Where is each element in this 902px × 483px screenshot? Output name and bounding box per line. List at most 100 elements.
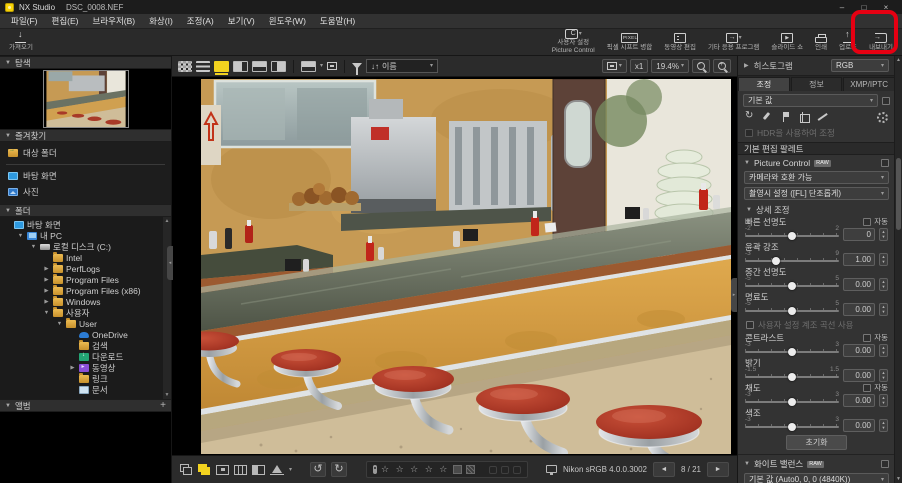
add-album-button[interactable]: + xyxy=(160,400,166,411)
folder-tree-item[interactable]: ▶ 동영상 xyxy=(0,362,171,373)
rotate-tool-icon[interactable] xyxy=(745,110,756,123)
thumbnail-grid-view-icon[interactable] xyxy=(178,60,192,72)
label-pattern-icon[interactable] xyxy=(466,465,476,474)
preset-dropdown[interactable]: 기본 값 ▾ xyxy=(743,94,878,107)
expand-arrow-icon[interactable]: ▶ xyxy=(43,266,50,272)
auto-checkbox[interactable]: 자동 xyxy=(863,382,888,393)
auto-checkbox[interactable]: 자동 xyxy=(863,332,888,343)
expand-arrow-icon[interactable]: ▼ xyxy=(56,321,63,327)
slider-spinner[interactable]: ▲ ▼ xyxy=(879,228,888,241)
panel-tab[interactable]: 정보 xyxy=(790,77,843,91)
slider-value[interactable]: 0.00 xyxy=(843,369,875,382)
menu-item[interactable]: 도움말(H) xyxy=(313,13,362,29)
expand-arrow-icon[interactable]: ▶ xyxy=(43,277,50,283)
star-rating[interactable]: ☆ ☆ ☆ ☆ ☆ xyxy=(381,464,449,475)
toolbar-button[interactable]: 업로드 xyxy=(833,29,863,55)
image-canvas[interactable] xyxy=(172,77,737,455)
slider-thumb[interactable] xyxy=(788,282,796,290)
label-box-icon[interactable] xyxy=(453,465,463,474)
expand-arrow-icon[interactable]: ▶ xyxy=(43,288,50,294)
slider-value[interactable]: 0.00 xyxy=(843,303,875,316)
rotate-ccw-button[interactable]: ↺ xyxy=(310,462,327,477)
preset-checkbox[interactable] xyxy=(882,96,890,105)
slider-track[interactable]: -3 3 xyxy=(745,416,839,432)
favorites-section-header[interactable]: ▼ 즐겨찾기 xyxy=(0,129,171,142)
histogram-overlay-icon[interactable] xyxy=(270,464,284,475)
panel-tab[interactable]: 조정 xyxy=(738,77,790,91)
slider-value[interactable]: 0 xyxy=(843,228,875,241)
white-balance-header[interactable]: ▼ 화이트 밸런스 RAW xyxy=(738,455,895,472)
slider-track[interactable]: -3 3 xyxy=(745,341,839,357)
settings-gear-icon[interactable] xyxy=(877,112,888,123)
next-image-button[interactable]: ► xyxy=(707,462,729,477)
filter-icon[interactable] xyxy=(352,63,363,75)
label-tag-icon[interactable] xyxy=(373,465,378,474)
sort-dropdown[interactable]: ↓↑ 이름 ▾ xyxy=(366,59,439,73)
expand-arrow-icon[interactable]: ▼ xyxy=(43,310,50,316)
picture-control-preset-dropdown[interactable]: 촬영시 설정 ([FL] 단조롭게) ▾ xyxy=(744,187,889,200)
fit-mode-dropdown[interactable]: ▾ xyxy=(601,59,627,73)
white-balance-dropdown[interactable]: 기본 값 (Auto0, 0, 0 (4840K)) ▾ xyxy=(744,473,889,483)
toolbar-button[interactable]: 슬라이드 쇼 xyxy=(765,29,809,55)
menu-item[interactable]: 보기(V) xyxy=(221,13,262,29)
thumbnail-list-view-icon[interactable] xyxy=(196,60,210,72)
slider-value[interactable]: 0.00 xyxy=(843,394,875,407)
multi-view-icon[interactable] xyxy=(252,60,267,72)
expand-arrow-icon[interactable]: ▼ xyxy=(17,233,24,239)
panel-collapse-handle[interactable]: ▸ xyxy=(731,278,737,312)
folder-tree-item[interactable]: ▶ Program Files xyxy=(0,273,171,285)
compare-icon[interactable] xyxy=(180,464,193,475)
edit-mark-icon[interactable] xyxy=(513,465,522,474)
histogram-channel-dropdown[interactable]: RGB ▾ xyxy=(831,59,889,72)
menu-item[interactable]: 화상(I) xyxy=(142,13,180,29)
folder-tree-item[interactable]: Intel xyxy=(0,251,171,263)
slider-value[interactable]: 1.00 xyxy=(843,253,875,266)
slider-thumb[interactable] xyxy=(788,307,796,315)
picture-control-mode-dropdown[interactable]: 카메라와 호환 가능 ▾ xyxy=(744,171,889,184)
toolbar-button[interactable]: 픽셀 시프트 병합 xyxy=(601,29,658,55)
expand-arrow-icon[interactable]: ▼ xyxy=(30,244,37,250)
navigation-preview[interactable] xyxy=(0,69,171,129)
slider-spinner[interactable]: ▲ ▼ xyxy=(879,419,888,432)
slider-track[interactable]: -5 5 xyxy=(745,300,839,316)
folder-tree-item[interactable]: ▶ PerfLogs xyxy=(0,262,171,274)
toolbar-button[interactable]: 인쇄 xyxy=(809,29,833,55)
image-view-icon[interactable] xyxy=(214,60,229,75)
folders-section-header[interactable]: ▼ 폴더 xyxy=(0,204,171,217)
slider-thumb[interactable] xyxy=(788,398,796,406)
folder-tree-item[interactable]: ▼ 내 PC xyxy=(0,230,171,241)
expand-arrow-icon[interactable]: ▶ xyxy=(43,299,50,305)
menu-item[interactable]: 브라우저(B) xyxy=(85,13,142,29)
expand-arrow-icon[interactable]: ▶ xyxy=(69,365,76,371)
custom-curve-checkbox[interactable] xyxy=(746,321,754,329)
image-filmstrip-view-icon[interactable] xyxy=(233,60,248,72)
menu-item[interactable]: 조정(A) xyxy=(180,13,221,29)
folder-tree-item[interactable]: ▼ 로컬 디스크 (C:) xyxy=(0,241,171,252)
histogram-caret-icon[interactable]: ▾ xyxy=(289,467,292,473)
gradient-tool-icon[interactable] xyxy=(781,112,792,123)
histogram-header[interactable]: ▶ 히스토그램 RGB ▾ xyxy=(738,56,895,76)
rotate-cw-button[interactable]: ↻ xyxy=(331,462,348,477)
previous-image-button[interactable]: ◄ xyxy=(652,462,675,477)
slider-thumb[interactable] xyxy=(772,257,781,265)
maximize-button[interactable]: □ xyxy=(853,0,875,14)
folder-tree-item[interactable]: 바탕 화면 xyxy=(0,219,171,230)
slider-thumb[interactable] xyxy=(788,232,796,240)
slider-track[interactable]: -5 5 xyxy=(745,275,839,291)
folder-tree-item[interactable]: 링크 xyxy=(0,372,171,384)
auto-checkbox[interactable]: 자동 xyxy=(863,216,888,227)
hdr-checkbox[interactable] xyxy=(745,129,753,137)
folder-tree-item[interactable]: ▼ 사용자 xyxy=(0,306,171,318)
slider-thumb[interactable] xyxy=(788,373,796,381)
panel-scrollbar[interactable]: ▲ ▼ xyxy=(894,56,902,483)
compare-caret-icon[interactable]: ▾ xyxy=(320,63,323,69)
zoom-in-button[interactable]: + xyxy=(713,59,731,73)
slider-track[interactable]: -3 3 xyxy=(745,391,839,407)
filmstrip-toggle-icon[interactable] xyxy=(198,464,211,475)
folder-tree-item[interactable]: OneDrive xyxy=(0,329,171,340)
zoom-out-button[interactable]: - xyxy=(692,59,710,73)
folder-tree-item[interactable]: 다운로드 xyxy=(0,351,171,362)
slider-track[interactable]: -1.5 1.5 xyxy=(745,366,839,382)
folder-tree-item[interactable]: ▼ User xyxy=(0,317,171,329)
favorite-item[interactable]: 대상 폴더 xyxy=(0,145,171,161)
